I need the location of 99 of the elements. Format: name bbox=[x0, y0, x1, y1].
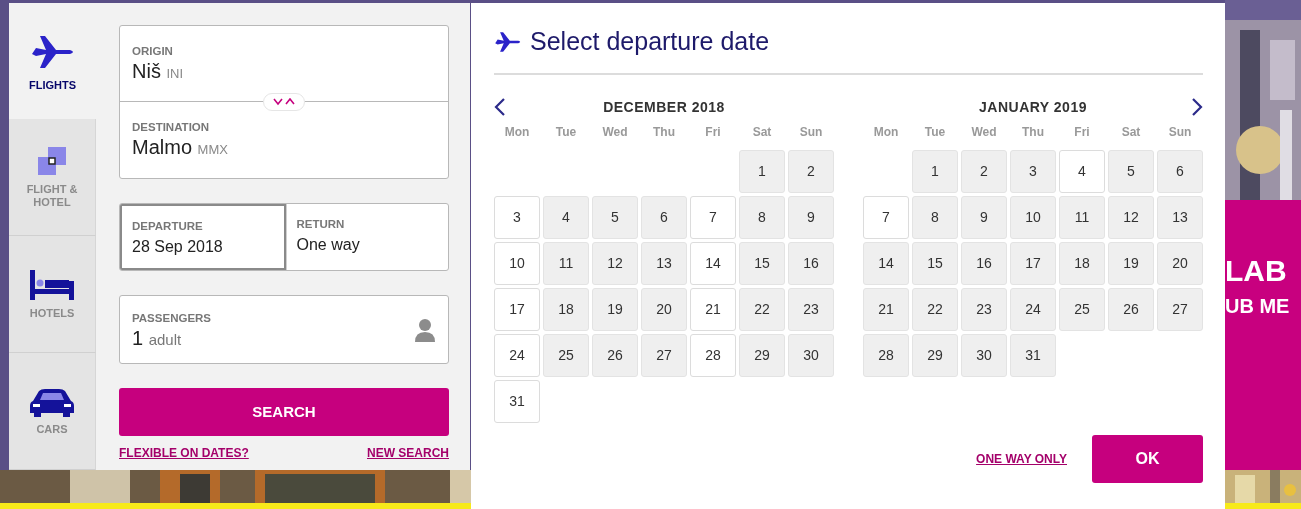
calendar-day[interactable]: 13 bbox=[1157, 196, 1203, 239]
calendar-day[interactable]: 25 bbox=[1059, 288, 1105, 331]
calendar-day[interactable]: 5 bbox=[1108, 150, 1154, 193]
month-title: DECEMBER 2018 bbox=[603, 97, 725, 117]
calendar-day[interactable]: 20 bbox=[1157, 242, 1203, 285]
next-month-icon[interactable] bbox=[1191, 98, 1203, 116]
calendar-day[interactable]: 16 bbox=[961, 242, 1007, 285]
weekday-label: Tue bbox=[923, 124, 947, 141]
calendar-day[interactable]: 31 bbox=[494, 380, 540, 423]
weekday-label: Fri bbox=[704, 124, 722, 141]
calendar-day[interactable]: 3 bbox=[494, 196, 540, 239]
weekday-label: Wed bbox=[970, 124, 998, 141]
search-button[interactable]: SEARCH bbox=[119, 388, 449, 436]
calendar-day[interactable]: 22 bbox=[739, 288, 785, 331]
calendar-day[interactable]: 22 bbox=[912, 288, 958, 331]
banner-text: UB ME bbox=[1225, 296, 1290, 316]
calendar-day[interactable]: 26 bbox=[1108, 288, 1154, 331]
weekday-label: Tue bbox=[554, 124, 578, 141]
flight-hotel-icon bbox=[36, 145, 68, 178]
calendar-day[interactable]: 31 bbox=[1010, 334, 1056, 377]
car-icon bbox=[29, 386, 75, 417]
calendar-day[interactable]: 30 bbox=[788, 334, 834, 377]
calendar-day[interactable]: 26 bbox=[592, 334, 638, 377]
weekday-label: Sun bbox=[798, 124, 824, 141]
calendar-day[interactable]: 8 bbox=[912, 196, 958, 239]
departure-field[interactable]: DEPARTURE 28 Sep 2018 bbox=[120, 204, 286, 270]
one-way-only-link[interactable]: ONE WAY ONLY bbox=[976, 450, 1067, 468]
calendar-day[interactable]: 9 bbox=[788, 196, 834, 239]
calendar-day[interactable]: 20 bbox=[641, 288, 687, 331]
calendar-day[interactable]: 12 bbox=[592, 242, 638, 285]
calendar-day[interactable]: 10 bbox=[1010, 196, 1056, 239]
person-icon bbox=[414, 317, 436, 342]
calendar-day[interactable]: 23 bbox=[788, 288, 834, 331]
calendar-day[interactable]: 23 bbox=[961, 288, 1007, 331]
calendar-day[interactable]: 27 bbox=[1157, 288, 1203, 331]
calendar-day[interactable]: 25 bbox=[543, 334, 589, 377]
calendar-day[interactable]: 29 bbox=[739, 334, 785, 377]
weekday-label: Sat bbox=[751, 124, 773, 141]
calendar-day[interactable]: 8 bbox=[739, 196, 785, 239]
calendar-day[interactable]: 3 bbox=[1010, 150, 1056, 193]
return-field[interactable]: RETURN One way bbox=[285, 204, 448, 270]
calendar-day[interactable]: 16 bbox=[788, 242, 834, 285]
calendar-day[interactable]: 5 bbox=[592, 196, 638, 239]
calendar-day[interactable]: 29 bbox=[912, 334, 958, 377]
calendar-day[interactable]: 12 bbox=[1108, 196, 1154, 239]
bed-icon bbox=[29, 268, 75, 301]
calendar-day[interactable]: 14 bbox=[863, 242, 909, 285]
calendar-day[interactable]: 4 bbox=[543, 196, 589, 239]
month-title: JANUARY 2019 bbox=[979, 97, 1087, 117]
destination-field[interactable]: DESTINATION Malmo MMX bbox=[120, 102, 448, 178]
ok-button[interactable]: OK bbox=[1092, 435, 1203, 483]
calendar-day[interactable]: 21 bbox=[863, 288, 909, 331]
calendar-day[interactable]: 1 bbox=[739, 150, 785, 193]
calendar-day[interactable]: 19 bbox=[592, 288, 638, 331]
calendar-day[interactable]: 13 bbox=[641, 242, 687, 285]
calendar-day[interactable]: 17 bbox=[1010, 242, 1056, 285]
calendar-day[interactable]: 27 bbox=[641, 334, 687, 377]
calendar-day[interactable]: 28 bbox=[690, 334, 736, 377]
calendar-day[interactable]: 18 bbox=[543, 288, 589, 331]
calendar-day[interactable]: 28 bbox=[863, 334, 909, 377]
calendar-day[interactable]: 4 bbox=[1059, 150, 1105, 193]
weekday-label: Sat bbox=[1120, 124, 1142, 141]
calendar-day[interactable]: 24 bbox=[1010, 288, 1056, 331]
calendar-day[interactable]: 21 bbox=[690, 288, 736, 331]
previous-month-icon[interactable] bbox=[494, 98, 506, 116]
calendar-day[interactable]: 18 bbox=[1059, 242, 1105, 285]
calendar-day[interactable]: 15 bbox=[912, 242, 958, 285]
airplane-icon bbox=[494, 30, 522, 54]
calendar-day[interactable]: 2 bbox=[788, 150, 834, 193]
weekday-label: Mon bbox=[872, 124, 900, 141]
flexible-dates-link[interactable]: FLEXIBLE ON DATES? bbox=[119, 444, 249, 462]
weekday-label: Thu bbox=[652, 124, 676, 141]
calendar-day[interactable]: 14 bbox=[690, 242, 736, 285]
dialog-title: Select departure date bbox=[530, 26, 770, 58]
calendar-day[interactable]: 7 bbox=[863, 196, 909, 239]
calendar-day[interactable]: 24 bbox=[494, 334, 540, 377]
calendar-day[interactable]: 11 bbox=[1059, 196, 1105, 239]
calendar-day[interactable]: 7 bbox=[690, 196, 736, 239]
weekday-label: Wed bbox=[601, 124, 629, 141]
weekday-label: Sun bbox=[1167, 124, 1193, 141]
calendar-day[interactable]: 9 bbox=[961, 196, 1007, 239]
calendar-day[interactable]: 15 bbox=[739, 242, 785, 285]
calendar-day[interactable]: 2 bbox=[961, 150, 1007, 193]
calendar-day[interactable]: 30 bbox=[961, 334, 1007, 377]
calendar-day[interactable]: 6 bbox=[1157, 150, 1203, 193]
weekday-label: Mon bbox=[503, 124, 531, 141]
calendar-day[interactable]: 6 bbox=[641, 196, 687, 239]
weekday-label: Thu bbox=[1021, 124, 1045, 141]
swap-icon bbox=[273, 98, 295, 106]
calendar-day[interactable]: 17 bbox=[494, 288, 540, 331]
new-search-link[interactable]: NEW SEARCH bbox=[367, 444, 449, 462]
calendar-day[interactable]: 11 bbox=[543, 242, 589, 285]
swap-button[interactable] bbox=[263, 93, 305, 111]
calendar-day[interactable]: 19 bbox=[1108, 242, 1154, 285]
weekday-label: Fri bbox=[1073, 124, 1091, 141]
banner-text: LAB bbox=[1225, 256, 1287, 286]
calendar-day[interactable]: 10 bbox=[494, 242, 540, 285]
passengers-field[interactable]: PASSENGERS 1 adult bbox=[119, 295, 449, 364]
calendar-day[interactable]: 1 bbox=[912, 150, 958, 193]
